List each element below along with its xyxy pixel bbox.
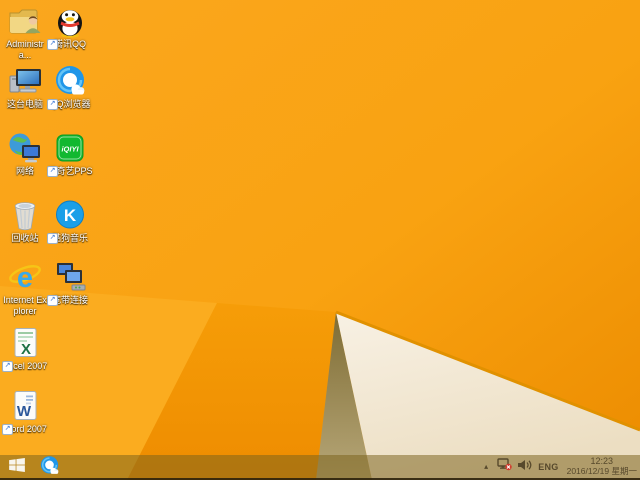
system-tray: ▴ [481, 455, 640, 478]
svg-text:X: X [21, 341, 31, 358]
icon-label: 回收站 [2, 233, 48, 244]
desktop-icon-recycle-bin[interactable]: 回收站 [2, 198, 48, 244]
shortcut-arrow-icon: ↗ [47, 233, 58, 244]
chevron-up-icon: ▴ [484, 462, 488, 471]
shortcut-arrow-icon: ↗ [47, 99, 58, 110]
word-icon: W [7, 389, 43, 423]
network-globe-icon [7, 131, 43, 165]
shortcut-arrow-icon: ↗ [47, 295, 58, 306]
desktop-icon-excel-2007[interactable]: X ↗ Excel 2007 [2, 326, 48, 372]
language-code: ENG [538, 462, 558, 472]
desktop-icon-internet-explorer[interactable]: e Internet Explorer [2, 260, 48, 316]
desktop-icon-broadband-connection[interactable]: ↗ 宽带连接 [47, 260, 93, 306]
clock[interactable]: 12:23 2016/12/19 星期一 [565, 455, 637, 478]
speaker-icon [518, 458, 532, 476]
svg-text:iQIYI: iQIYI [61, 145, 79, 154]
icon-label: 网络 [2, 166, 48, 177]
svg-text:K: K [64, 206, 77, 225]
desktop-icon-network[interactable]: 网络 [2, 131, 48, 177]
windows-logo-icon [9, 458, 25, 475]
network-status-button[interactable] [497, 455, 512, 478]
icon-label: Administra... [2, 39, 48, 60]
desktop-icon-iqiyi-pps[interactable]: iQIYI ↗ 爱奇艺PPS [47, 131, 93, 177]
icon-label: Internet Explorer [2, 295, 48, 316]
broadband-connection-icon [52, 260, 88, 294]
desktop-icon-qq-browser[interactable]: ↗ QQ浏览器 [47, 64, 93, 110]
svg-text:W: W [17, 403, 32, 420]
recycle-bin-icon [7, 198, 43, 232]
kugou-icon: K [52, 198, 88, 232]
computer-icon [7, 64, 43, 98]
qq-browser-icon [52, 64, 88, 98]
qq-penguin-icon [52, 4, 88, 38]
desktop-icon-tencent-qq[interactable]: ↗ 腾讯QQ [47, 4, 93, 50]
volume-button[interactable] [518, 455, 532, 478]
user-folder-icon [7, 4, 43, 38]
icon-label: 这台电脑 [2, 99, 48, 110]
internet-explorer-icon: e [7, 260, 43, 294]
svg-text:e: e [17, 262, 33, 294]
shortcut-arrow-icon: ↗ [47, 166, 58, 177]
iqiyi-icon: iQIYI [52, 131, 88, 165]
tray-date: 2016/12/19 星期一 [567, 467, 637, 476]
excel-icon: X [7, 326, 43, 360]
shortcut-arrow-icon: ↗ [2, 424, 13, 435]
start-button[interactable] [0, 455, 34, 478]
desktop-icon-administrator-folder[interactable]: Administra... [2, 4, 48, 60]
show-hidden-icons-button[interactable]: ▴ [481, 455, 491, 478]
desktop-icon-kugou-music[interactable]: K ↗ 酷狗音乐 [47, 198, 93, 244]
language-indicator[interactable]: ENG [538, 455, 558, 478]
shortcut-arrow-icon: ↗ [47, 39, 58, 50]
network-disconnected-icon [497, 458, 512, 476]
qq-browser-icon [39, 455, 60, 479]
desktop[interactable]: Administra... ↗ 腾讯QQ [0, 0, 640, 480]
taskbar-qq-browser-button[interactable] [34, 455, 64, 478]
wallpaper [0, 0, 640, 480]
desktop-icon-word-2007[interactable]: W ↗ Word 2007 [2, 389, 48, 435]
taskbar: ▴ [0, 455, 640, 480]
tray-time: 12:23 [567, 457, 637, 466]
desktop-icon-this-pc[interactable]: 这台电脑 [2, 64, 48, 110]
shortcut-arrow-icon: ↗ [2, 361, 13, 372]
